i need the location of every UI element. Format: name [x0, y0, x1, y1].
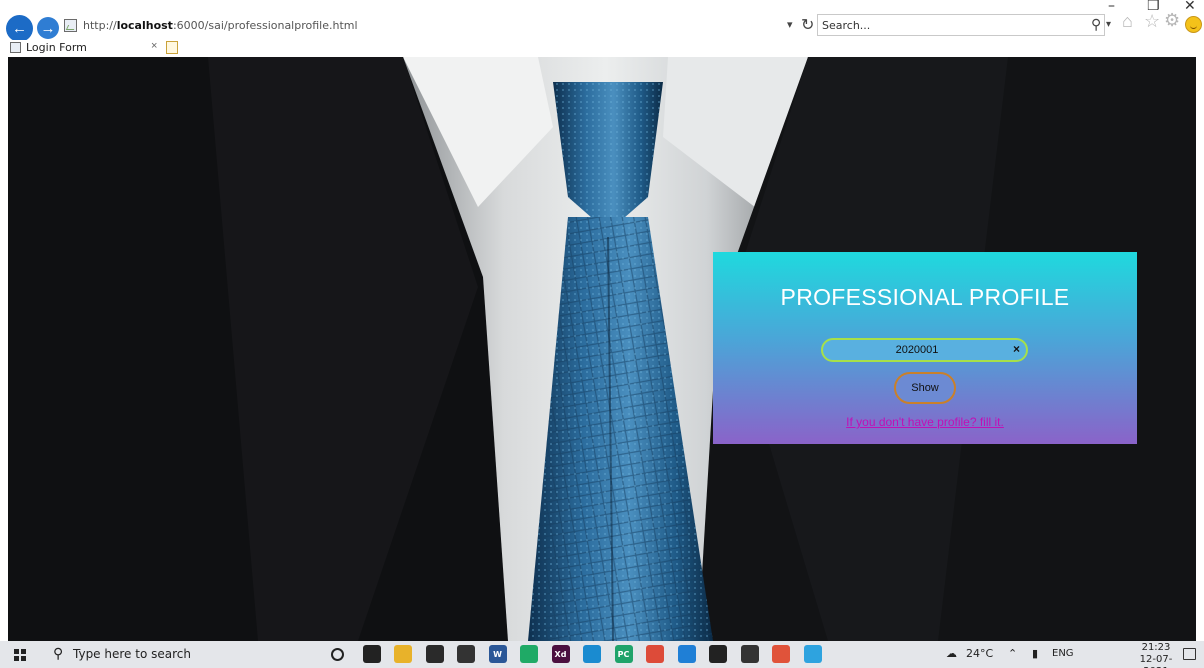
search-dropdown-icon[interactable]: ▾	[1106, 19, 1111, 30]
taskbar-pycharm-icon[interactable]: PC	[614, 645, 633, 663]
taskbar-internet-explorer-icon[interactable]	[803, 645, 822, 663]
taskbar-edge-icon[interactable]	[583, 645, 601, 663]
clear-input-icon[interactable]: ×	[1013, 342, 1020, 356]
chevron-up-icon[interactable]: ⌃	[1008, 647, 1017, 660]
url-prefix: http://	[83, 19, 117, 32]
page-favicon-icon	[64, 19, 77, 32]
close-button[interactable]: ✕	[1184, 0, 1196, 14]
browser-search-input[interactable]	[822, 15, 1062, 35]
refresh-icon[interactable]: ↻	[801, 15, 814, 35]
taskbar: ⚲ Type here to search W Xd PC ☁ 24°C ⌃ ▮ E…	[0, 641, 1204, 668]
tab-login-form[interactable]: Login Form ×	[8, 40, 160, 57]
new-tab-button[interactable]	[166, 41, 178, 54]
notifications-icon[interactable]	[1183, 648, 1196, 660]
screen: ← → http://localhost:6000/sai/profession…	[0, 0, 1204, 668]
taskbar-vscode-icon[interactable]	[677, 645, 696, 663]
clock[interactable]: 21:23 12-07-2021	[1136, 642, 1176, 668]
gear-icon[interactable]: ⚙	[1164, 10, 1180, 31]
taskbar-word-icon[interactable]: W	[488, 645, 507, 663]
taskbar-search-icon[interactable]: ⚲	[53, 645, 63, 662]
tab-favicon-icon	[10, 42, 21, 53]
url-path: :6000/sai/professionalprofile.html	[172, 19, 358, 32]
minimize-button[interactable]: –	[1108, 0, 1115, 14]
back-button[interactable]: ←	[6, 15, 33, 42]
fill-profile-link[interactable]: If you don't have profile? fill it.	[713, 415, 1137, 429]
battery-icon[interactable]: ▮	[1032, 647, 1038, 660]
clock-time: 21:23	[1141, 642, 1171, 653]
url-host: localhost	[116, 19, 173, 32]
address-bar[interactable]: http://localhost:6000/sai/professionalpr…	[83, 18, 783, 34]
profile-id-input[interactable]	[827, 340, 1007, 360]
browser-chrome: ← → http://localhost:6000/sai/profession…	[0, 0, 1204, 57]
page-content: PROFESSIONAL PROFILE × Show If you don't…	[8, 57, 1196, 641]
arrow-left-icon: ←	[12, 20, 27, 37]
taskbar-whatsapp-icon[interactable]	[520, 645, 538, 663]
tab-title: Login Form	[26, 41, 87, 54]
page-title: PROFESSIONAL PROFILE	[780, 284, 1070, 310]
taskbar-mail-icon[interactable]	[457, 645, 475, 663]
search-icon[interactable]: ⚲	[1091, 16, 1101, 33]
language-indicator[interactable]: ENG	[1052, 648, 1074, 659]
feedback-smile-icon[interactable]	[1185, 16, 1202, 33]
weather-temp[interactable]: 24°C	[966, 647, 993, 660]
taskbar-adobe-xd-icon[interactable]: Xd	[551, 645, 570, 663]
browser-search-box[interactable]	[817, 14, 1105, 36]
windows-start-icon[interactable]	[14, 649, 26, 661]
arrow-right-icon: →	[40, 19, 56, 37]
taskbar-store-icon[interactable]	[425, 645, 444, 663]
profile-id-field[interactable]: ×	[821, 338, 1028, 362]
taskbar-chrome-icon[interactable]	[646, 645, 664, 663]
taskbar-paint-icon[interactable]	[772, 645, 790, 663]
taskbar-cortana-icon[interactable]	[331, 648, 344, 661]
profile-card: PROFESSIONAL PROFILE × Show If you don't…	[713, 252, 1137, 444]
forward-button[interactable]: →	[37, 17, 59, 39]
taskbar-photos-icon[interactable]	[740, 645, 759, 663]
show-button[interactable]: Show	[894, 372, 956, 404]
taskbar-file-explorer-icon[interactable]	[394, 645, 412, 663]
taskbar-terminal-icon[interactable]	[709, 645, 727, 663]
home-icon[interactable]: ⌂	[1122, 11, 1133, 32]
taskbar-task-view-icon[interactable]	[362, 645, 381, 663]
clock-date: 12-07-2021	[1139, 654, 1173, 668]
tab-close-icon[interactable]: ×	[151, 40, 157, 52]
weather-icon[interactable]: ☁	[946, 647, 957, 660]
address-dropdown-icon[interactable]: ▾	[787, 18, 793, 31]
taskbar-search-box[interactable]: Type here to search	[73, 647, 191, 661]
favorites-star-icon[interactable]: ☆	[1144, 11, 1160, 32]
